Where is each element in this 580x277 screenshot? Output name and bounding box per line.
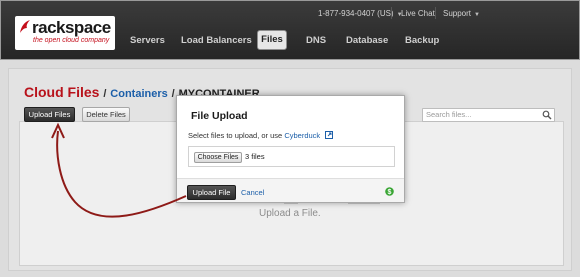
logo-tagline: the open cloud company [33,37,110,44]
logo-wordmark: rackspace [32,18,111,37]
divider [391,7,392,19]
live-chat-link[interactable]: Live Chat [401,9,435,18]
instruction-text: Select files to upload, or use [188,131,283,140]
upload-file-button[interactable]: Upload File [187,185,236,200]
search-files-input[interactable]: Search files... [422,108,555,122]
external-link-icon[interactable] [325,131,334,139]
nav-servers[interactable]: Servers [130,35,165,46]
rackspace-logo[interactable]: rackspace the open cloud company [15,16,115,50]
cyberduck-link[interactable]: Cyberduck [284,131,320,140]
svg-text:$: $ [388,189,392,196]
selected-file-count: 3 files [245,152,265,161]
dialog-footer: Upload File Cancel $ [177,178,404,202]
nav-backup[interactable]: Backup [405,35,439,46]
breadcrumb-separator: / [171,88,175,100]
section-title: Cloud Files [24,84,100,100]
dialog-title: File Upload [191,110,248,122]
choose-files-button[interactable]: Choose Files [194,152,242,163]
support-label: Support [443,9,472,18]
delete-files-button[interactable]: Delete Files [82,107,130,122]
nav-files[interactable]: Files [257,30,287,50]
file-picker-box: Choose Files 3 files [188,146,395,167]
nav-files-label: Files [261,34,283,45]
top-bar: rackspace the open cloud company 1-877-9… [0,0,580,60]
search-icon[interactable] [542,110,552,120]
support-phone[interactable]: 1-877-934-0407 (US) ▼ [318,9,403,18]
divider [435,7,436,19]
nav-load-balancers[interactable]: Load Balancers [181,35,252,46]
breadcrumb-containers-link[interactable]: Containers [110,88,167,100]
file-upload-dialog: File Upload Select files to upload, or u… [176,95,405,203]
rackspace-logo-mark-icon [20,20,30,33]
help-icon[interactable]: $ [385,187,394,196]
cancel-link[interactable]: Cancel [241,188,264,197]
nav-database[interactable]: Database [346,35,388,46]
dialog-instruction: Select files to upload, or use Cyberduck [188,131,334,140]
chevron-down-icon: ▼ [474,12,480,18]
upload-files-button[interactable]: Upload Files [24,107,75,122]
breadcrumb-separator: / [103,88,107,100]
phone-label: 1-877-934-0407 (US) [318,9,394,18]
nav-dns[interactable]: DNS [306,35,326,46]
empty-state-hint: Upload a File. [259,208,321,219]
support-menu[interactable]: Support ▼ [443,9,480,18]
